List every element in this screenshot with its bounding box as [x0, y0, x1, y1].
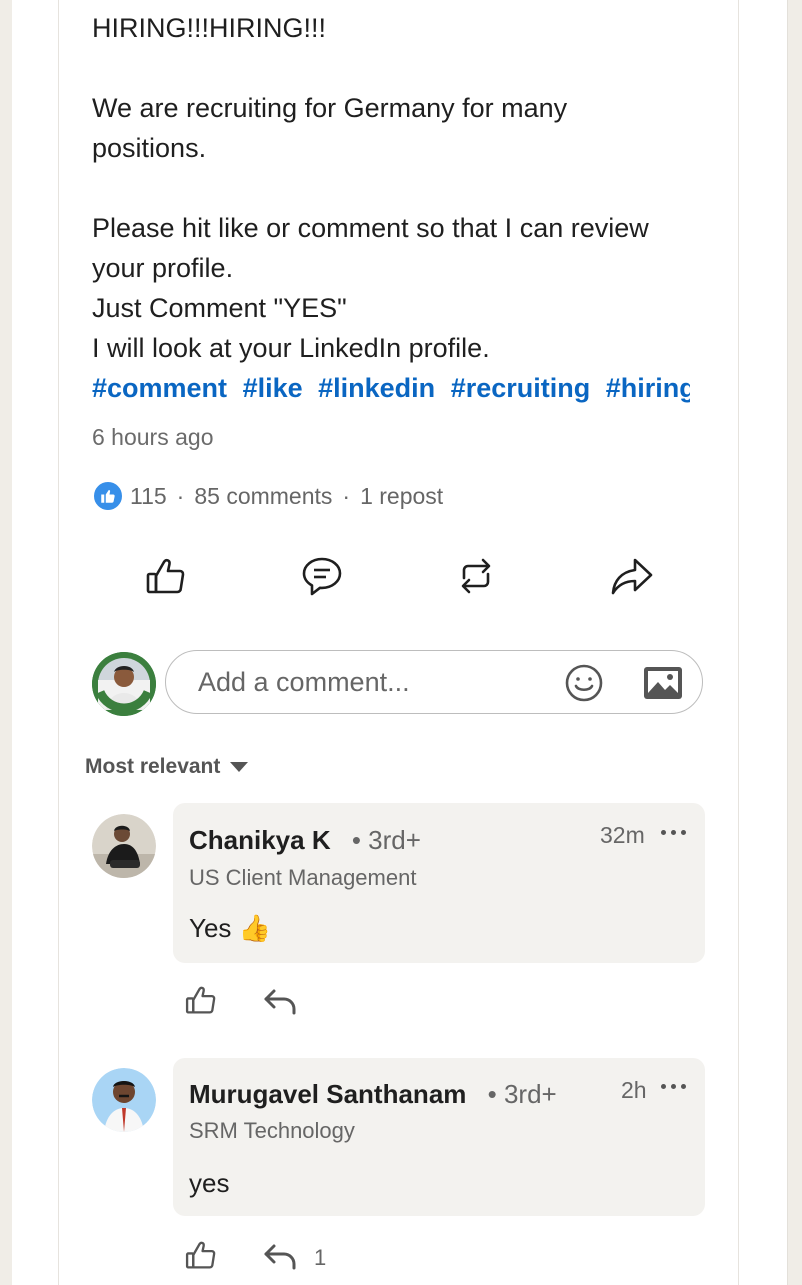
- commenter-name-row: Chanikya K • 3rd+: [189, 825, 421, 856]
- reply-arrow-icon: [264, 1244, 296, 1270]
- post-blank-line: [92, 48, 692, 88]
- post-line: I will look at your LinkedIn profile.: [92, 333, 490, 363]
- hashtag-link[interactable]: #recruiting: [451, 373, 591, 403]
- commenter-avatar[interactable]: [92, 814, 156, 878]
- comment-time: 32m: [600, 822, 645, 848]
- comment-like-button[interactable]: [184, 983, 224, 1023]
- commenter-headline: SRM Technology: [189, 1118, 355, 1143]
- post-action-bar: [0, 548, 775, 608]
- commenter-avatar[interactable]: [92, 1068, 156, 1132]
- card-border-right: [738, 0, 739, 1285]
- comment-button[interactable]: [294, 548, 350, 604]
- commenter-name[interactable]: Murugavel Santhanam: [189, 1079, 466, 1109]
- thumbs-up-icon: [185, 1241, 216, 1269]
- post-body: HIRING!!!HIRING!!! We are recruiting for…: [92, 8, 692, 368]
- post-card: HIRING!!!HIRING!!! We are recruiting for…: [0, 0, 802, 1285]
- thumbs-up-icon: [185, 986, 216, 1014]
- comment-bubble: Chanikya K • 3rd+ 32m US Client Manageme…: [173, 803, 705, 963]
- hashtag-link[interactable]: #linkedin: [318, 373, 435, 403]
- card-border-left: [58, 0, 59, 1285]
- post-social-counts: 115 · 85 comments · 1 repost: [92, 480, 443, 512]
- send-button[interactable]: [604, 548, 660, 604]
- share-arrow-icon: [611, 558, 653, 595]
- post-hashtags: #comment #like #linkedin #recruiting #hi…: [92, 368, 690, 408]
- comment-like-button[interactable]: [184, 1238, 224, 1278]
- comment-time: 2h: [621, 1077, 647, 1103]
- post-line: We are recruiting for Germany for many: [92, 93, 568, 123]
- commenter-name[interactable]: Chanikya K: [189, 825, 331, 855]
- post-blank-line: [92, 168, 692, 208]
- commenter-name-row: Murugavel Santhanam • 3rd+: [189, 1079, 557, 1110]
- stats-separator: ·: [176, 482, 185, 509]
- connection-degree: • 3rd+: [351, 825, 421, 855]
- comment-input[interactable]: [166, 665, 560, 699]
- hashtag-link[interactable]: #hiring: [606, 373, 690, 403]
- post-line: HIRING!!!HIRING!!!: [92, 13, 327, 43]
- repost-button[interactable]: [448, 548, 504, 604]
- more-options-button[interactable]: [661, 1082, 691, 1092]
- current-user-avatar[interactable]: [92, 652, 156, 716]
- comment-text: Yes 👍: [189, 913, 272, 943]
- emoji-button[interactable]: [564, 663, 604, 703]
- comment-count[interactable]: 85 comments: [194, 483, 332, 510]
- repost-count[interactable]: 1 repost: [360, 483, 443, 510]
- commenter-headline: US Client Management: [189, 865, 417, 890]
- connection-degree: • 3rd+: [487, 1079, 557, 1109]
- reply-count[interactable]: 1: [314, 1245, 326, 1271]
- post-timestamp: 6 hours ago: [92, 424, 214, 450]
- reply-arrow-icon: [264, 989, 296, 1015]
- thumbs-up-icon: [146, 558, 185, 594]
- post-line: Please hit like or comment so that I can…: [92, 213, 649, 243]
- more-options-button[interactable]: [661, 828, 691, 838]
- post-line: Just Comment "YES": [92, 293, 347, 323]
- reaction-count[interactable]: 115: [130, 483, 167, 510]
- comment-sort-dropdown[interactable]: Most relevant: [85, 755, 249, 779]
- comment-bubble-icon: [302, 557, 342, 596]
- repost-icon: [461, 558, 491, 594]
- comment-reply-button[interactable]: [262, 1240, 302, 1280]
- sort-label: Most relevant: [85, 755, 221, 778]
- post-line: positions.: [92, 133, 207, 163]
- image-icon: [644, 667, 682, 699]
- comment-reply-button[interactable]: [262, 985, 302, 1025]
- like-reaction-icon[interactable]: [92, 480, 124, 512]
- stats-separator: ·: [342, 482, 351, 509]
- caret-down-icon: [230, 762, 249, 772]
- post-line: your profile.: [92, 253, 234, 283]
- comment-text: yes: [189, 1168, 230, 1198]
- add-photo-button[interactable]: [642, 665, 684, 701]
- hashtag-link[interactable]: #comment: [92, 373, 227, 403]
- like-button[interactable]: [138, 548, 194, 604]
- hashtag-link[interactable]: #like: [243, 373, 303, 403]
- comment-bubble: Murugavel Santhanam • 3rd+ 2h SRM Techno…: [173, 1058, 705, 1216]
- emoji-smiley-icon: [565, 664, 603, 702]
- add-comment-box: [165, 650, 703, 714]
